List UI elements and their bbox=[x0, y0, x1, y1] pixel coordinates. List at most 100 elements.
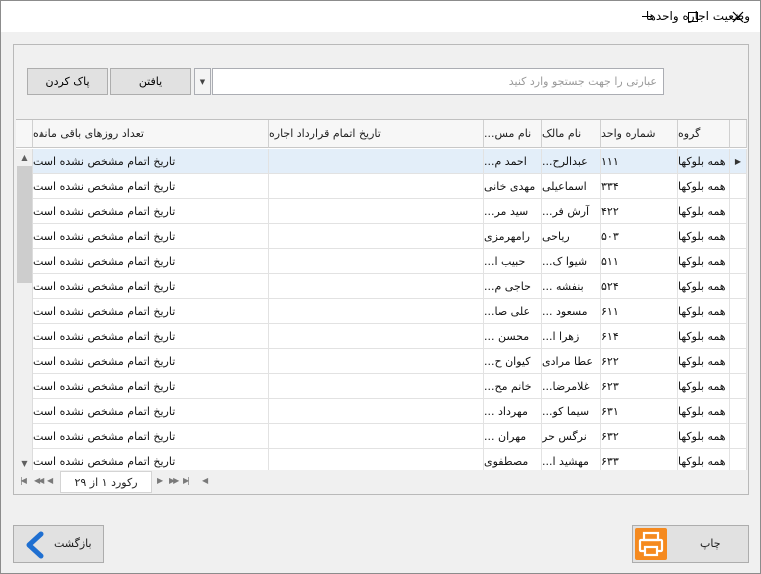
cell-tenant-name[interactable]: مصطفوی bbox=[484, 449, 542, 470]
close-button[interactable] bbox=[715, 1, 761, 32]
cell-group[interactable]: همه بلوکها bbox=[678, 249, 730, 274]
cell-unit-number[interactable]: ۶۱۴ bbox=[601, 324, 678, 349]
column-header-contract-end-date[interactable]: تاریخ اتمام قرارداد اجاره bbox=[269, 120, 484, 148]
column-header-owner-name[interactable]: نام مالک bbox=[542, 120, 601, 148]
row-indicator[interactable] bbox=[730, 199, 747, 224]
cell-contract-end-date[interactable] bbox=[269, 374, 484, 399]
cell-tenant-name[interactable]: مهدی خانی bbox=[484, 174, 542, 199]
cell-tenant-name[interactable]: علی صا... bbox=[484, 299, 542, 324]
cell-unit-number[interactable]: ۶۳۲ bbox=[601, 424, 678, 449]
clear-button[interactable]: پاک کردن bbox=[27, 68, 108, 95]
row-indicator[interactable] bbox=[730, 174, 747, 199]
maximize-button[interactable] bbox=[670, 1, 716, 32]
cell-group[interactable]: همه بلوکها bbox=[678, 449, 730, 470]
cell-group[interactable]: همه بلوکها bbox=[678, 324, 730, 349]
cell-unit-number[interactable]: ۶۲۳ bbox=[601, 374, 678, 399]
cell-group[interactable]: همه بلوکها bbox=[678, 274, 730, 299]
first-record-icon[interactable]: |◀ bbox=[20, 476, 27, 485]
cell-owner-name[interactable]: ریاحی bbox=[542, 224, 601, 249]
cell-owner-name[interactable]: عبدالرح... bbox=[542, 149, 601, 174]
vertical-scrollbar[interactable]: ▲ ▼ bbox=[16, 149, 33, 470]
table-row[interactable]: همه بلوکها ۶۳۳ مهشید ا... مصطفوی تاریخ اتمام… bbox=[16, 449, 747, 470]
print-button[interactable]: چاپ bbox=[632, 525, 749, 563]
back-button[interactable]: بازگشت bbox=[13, 525, 104, 563]
cell-contract-end-date[interactable] bbox=[269, 199, 484, 224]
table-row[interactable]: همه بلوکها ۵۱۱ شیوا ک... حبیب ا... تاریخ اتم… bbox=[16, 249, 747, 274]
cell-days-remaining[interactable]: تاریخ اتمام مشخص نشده است bbox=[33, 324, 269, 349]
cell-group[interactable]: همه بلوکها bbox=[678, 374, 730, 399]
cell-unit-number[interactable]: ۶۱۱ bbox=[601, 299, 678, 324]
cell-contract-end-date[interactable] bbox=[269, 324, 484, 349]
cell-group[interactable]: همه بلوکها bbox=[678, 224, 730, 249]
cell-days-remaining[interactable]: تاریخ اتمام مشخص نشده است bbox=[33, 149, 269, 174]
search-input[interactable] bbox=[213, 69, 663, 94]
cell-group[interactable]: همه بلوکها bbox=[678, 399, 730, 424]
cell-tenant-name[interactable]: سید مر... bbox=[484, 199, 542, 224]
cell-days-remaining[interactable]: تاریخ اتمام مشخص نشده است bbox=[33, 374, 269, 399]
cell-contract-end-date[interactable] bbox=[269, 174, 484, 199]
cell-owner-name[interactable]: مهشید ا... bbox=[542, 449, 601, 470]
column-header-group[interactable]: گروه bbox=[678, 120, 730, 148]
cell-group[interactable]: همه بلوکها bbox=[678, 199, 730, 224]
minimize-button[interactable] bbox=[624, 1, 670, 32]
cell-contract-end-date[interactable] bbox=[269, 449, 484, 470]
cell-days-remaining[interactable]: تاریخ اتمام مشخص نشده است bbox=[33, 174, 269, 199]
cell-days-remaining[interactable]: تاریخ اتمام مشخص نشده است bbox=[33, 199, 269, 224]
row-indicator[interactable] bbox=[730, 424, 747, 449]
table-row[interactable]: ▶ همه بلوکها ۱۱۱ عبدالرح... احمد م... تاریخ ا… bbox=[16, 149, 747, 174]
cell-contract-end-date[interactable] bbox=[269, 349, 484, 374]
cell-contract-end-date[interactable] bbox=[269, 399, 484, 424]
cell-owner-name[interactable]: بنفشه ... bbox=[542, 274, 601, 299]
cell-tenant-name[interactable]: رامهرمزی bbox=[484, 224, 542, 249]
cell-contract-end-date[interactable] bbox=[269, 299, 484, 324]
cell-tenant-name[interactable]: مهرداد ... bbox=[484, 399, 542, 424]
row-indicator[interactable] bbox=[730, 449, 747, 470]
table-row[interactable]: همه بلوکها ۵۰۳ ریاحی رامهرمزی تاریخ اتمام مش… bbox=[16, 224, 747, 249]
cell-days-remaining[interactable]: تاریخ اتمام مشخص نشده است bbox=[33, 274, 269, 299]
cell-owner-name[interactable]: نرگس حر bbox=[542, 424, 601, 449]
cell-unit-number[interactable]: ۴۲۲ bbox=[601, 199, 678, 224]
cell-days-remaining[interactable]: تاریخ اتمام مشخص نشده است bbox=[33, 224, 269, 249]
table-row[interactable]: همه بلوکها ۶۱۴ زهرا ا... محسن ... تاریخ اتما… bbox=[16, 324, 747, 349]
row-indicator[interactable] bbox=[730, 324, 747, 349]
cell-unit-number[interactable]: ۵۰۳ bbox=[601, 224, 678, 249]
search-dropdown-button[interactable]: ▼ bbox=[194, 68, 211, 95]
cell-days-remaining[interactable]: تاریخ اتمام مشخص نشده است bbox=[33, 349, 269, 374]
cell-unit-number[interactable]: ۶۲۲ bbox=[601, 349, 678, 374]
cell-days-remaining[interactable]: تاریخ اتمام مشخص نشده است bbox=[33, 424, 269, 449]
cell-unit-number[interactable]: ۱۱۱ bbox=[601, 149, 678, 174]
cell-owner-name[interactable]: شیوا ک... bbox=[542, 249, 601, 274]
cell-tenant-name[interactable]: کیوان ح... bbox=[484, 349, 542, 374]
table-row[interactable]: همه بلوکها ۵۲۴ بنفشه ... حاجی م... تاریخ اتم… bbox=[16, 274, 747, 299]
table-row[interactable]: همه بلوکها ۳۳۴ اسماعیلی مهدی خانی تاریخ اتما… bbox=[16, 174, 747, 199]
cell-owner-name[interactable]: آرش فر... bbox=[542, 199, 601, 224]
scrollbar-thumb[interactable] bbox=[17, 166, 32, 283]
cell-group[interactable]: همه بلوکها bbox=[678, 174, 730, 199]
cell-unit-number[interactable]: ۳۳۴ bbox=[601, 174, 678, 199]
row-indicator[interactable] bbox=[730, 299, 747, 324]
cell-tenant-name[interactable]: محسن ... bbox=[484, 324, 542, 349]
cell-contract-end-date[interactable] bbox=[269, 149, 484, 174]
row-indicator[interactable] bbox=[730, 399, 747, 424]
cell-owner-name[interactable]: سیما کو... bbox=[542, 399, 601, 424]
cell-days-remaining[interactable]: تاریخ اتمام مشخص نشده است bbox=[33, 249, 269, 274]
cell-unit-number[interactable]: ۵۱۱ bbox=[601, 249, 678, 274]
cell-tenant-name[interactable]: مهران ... bbox=[484, 424, 542, 449]
row-indicator[interactable] bbox=[730, 274, 747, 299]
column-header-unit-number[interactable]: شماره واحد bbox=[601, 120, 678, 148]
column-header-days-remaining[interactable]: تعداد روزهای باقی مانده ▲ bbox=[33, 120, 269, 148]
cell-group[interactable]: همه بلوکها bbox=[678, 349, 730, 374]
more-icon[interactable]: ◀ bbox=[202, 476, 208, 485]
cell-owner-name[interactable]: مسعود ... bbox=[542, 299, 601, 324]
cell-owner-name[interactable]: عطا مرادی bbox=[542, 349, 601, 374]
cell-owner-name[interactable]: زهرا ا... bbox=[542, 324, 601, 349]
column-header-tenant-name[interactable]: نام مس... bbox=[484, 120, 542, 148]
cell-unit-number[interactable]: ۶۳۱ bbox=[601, 399, 678, 424]
cell-contract-end-date[interactable] bbox=[269, 274, 484, 299]
table-row[interactable]: همه بلوکها ۶۳۱ سیما کو... مهرداد ... تاریخ ا… bbox=[16, 399, 747, 424]
find-button[interactable]: یافتن bbox=[110, 68, 191, 95]
table-row[interactable]: همه بلوکها ۴۲۲ آرش فر... سید مر... تاریخ اتم… bbox=[16, 199, 747, 224]
cell-tenant-name[interactable]: خانم مح... bbox=[484, 374, 542, 399]
current-row-icon[interactable]: ▶ bbox=[730, 149, 747, 174]
table-row[interactable]: همه بلوکها ۶۳۲ نرگس حر مهران ... تاریخ اتمام… bbox=[16, 424, 747, 449]
